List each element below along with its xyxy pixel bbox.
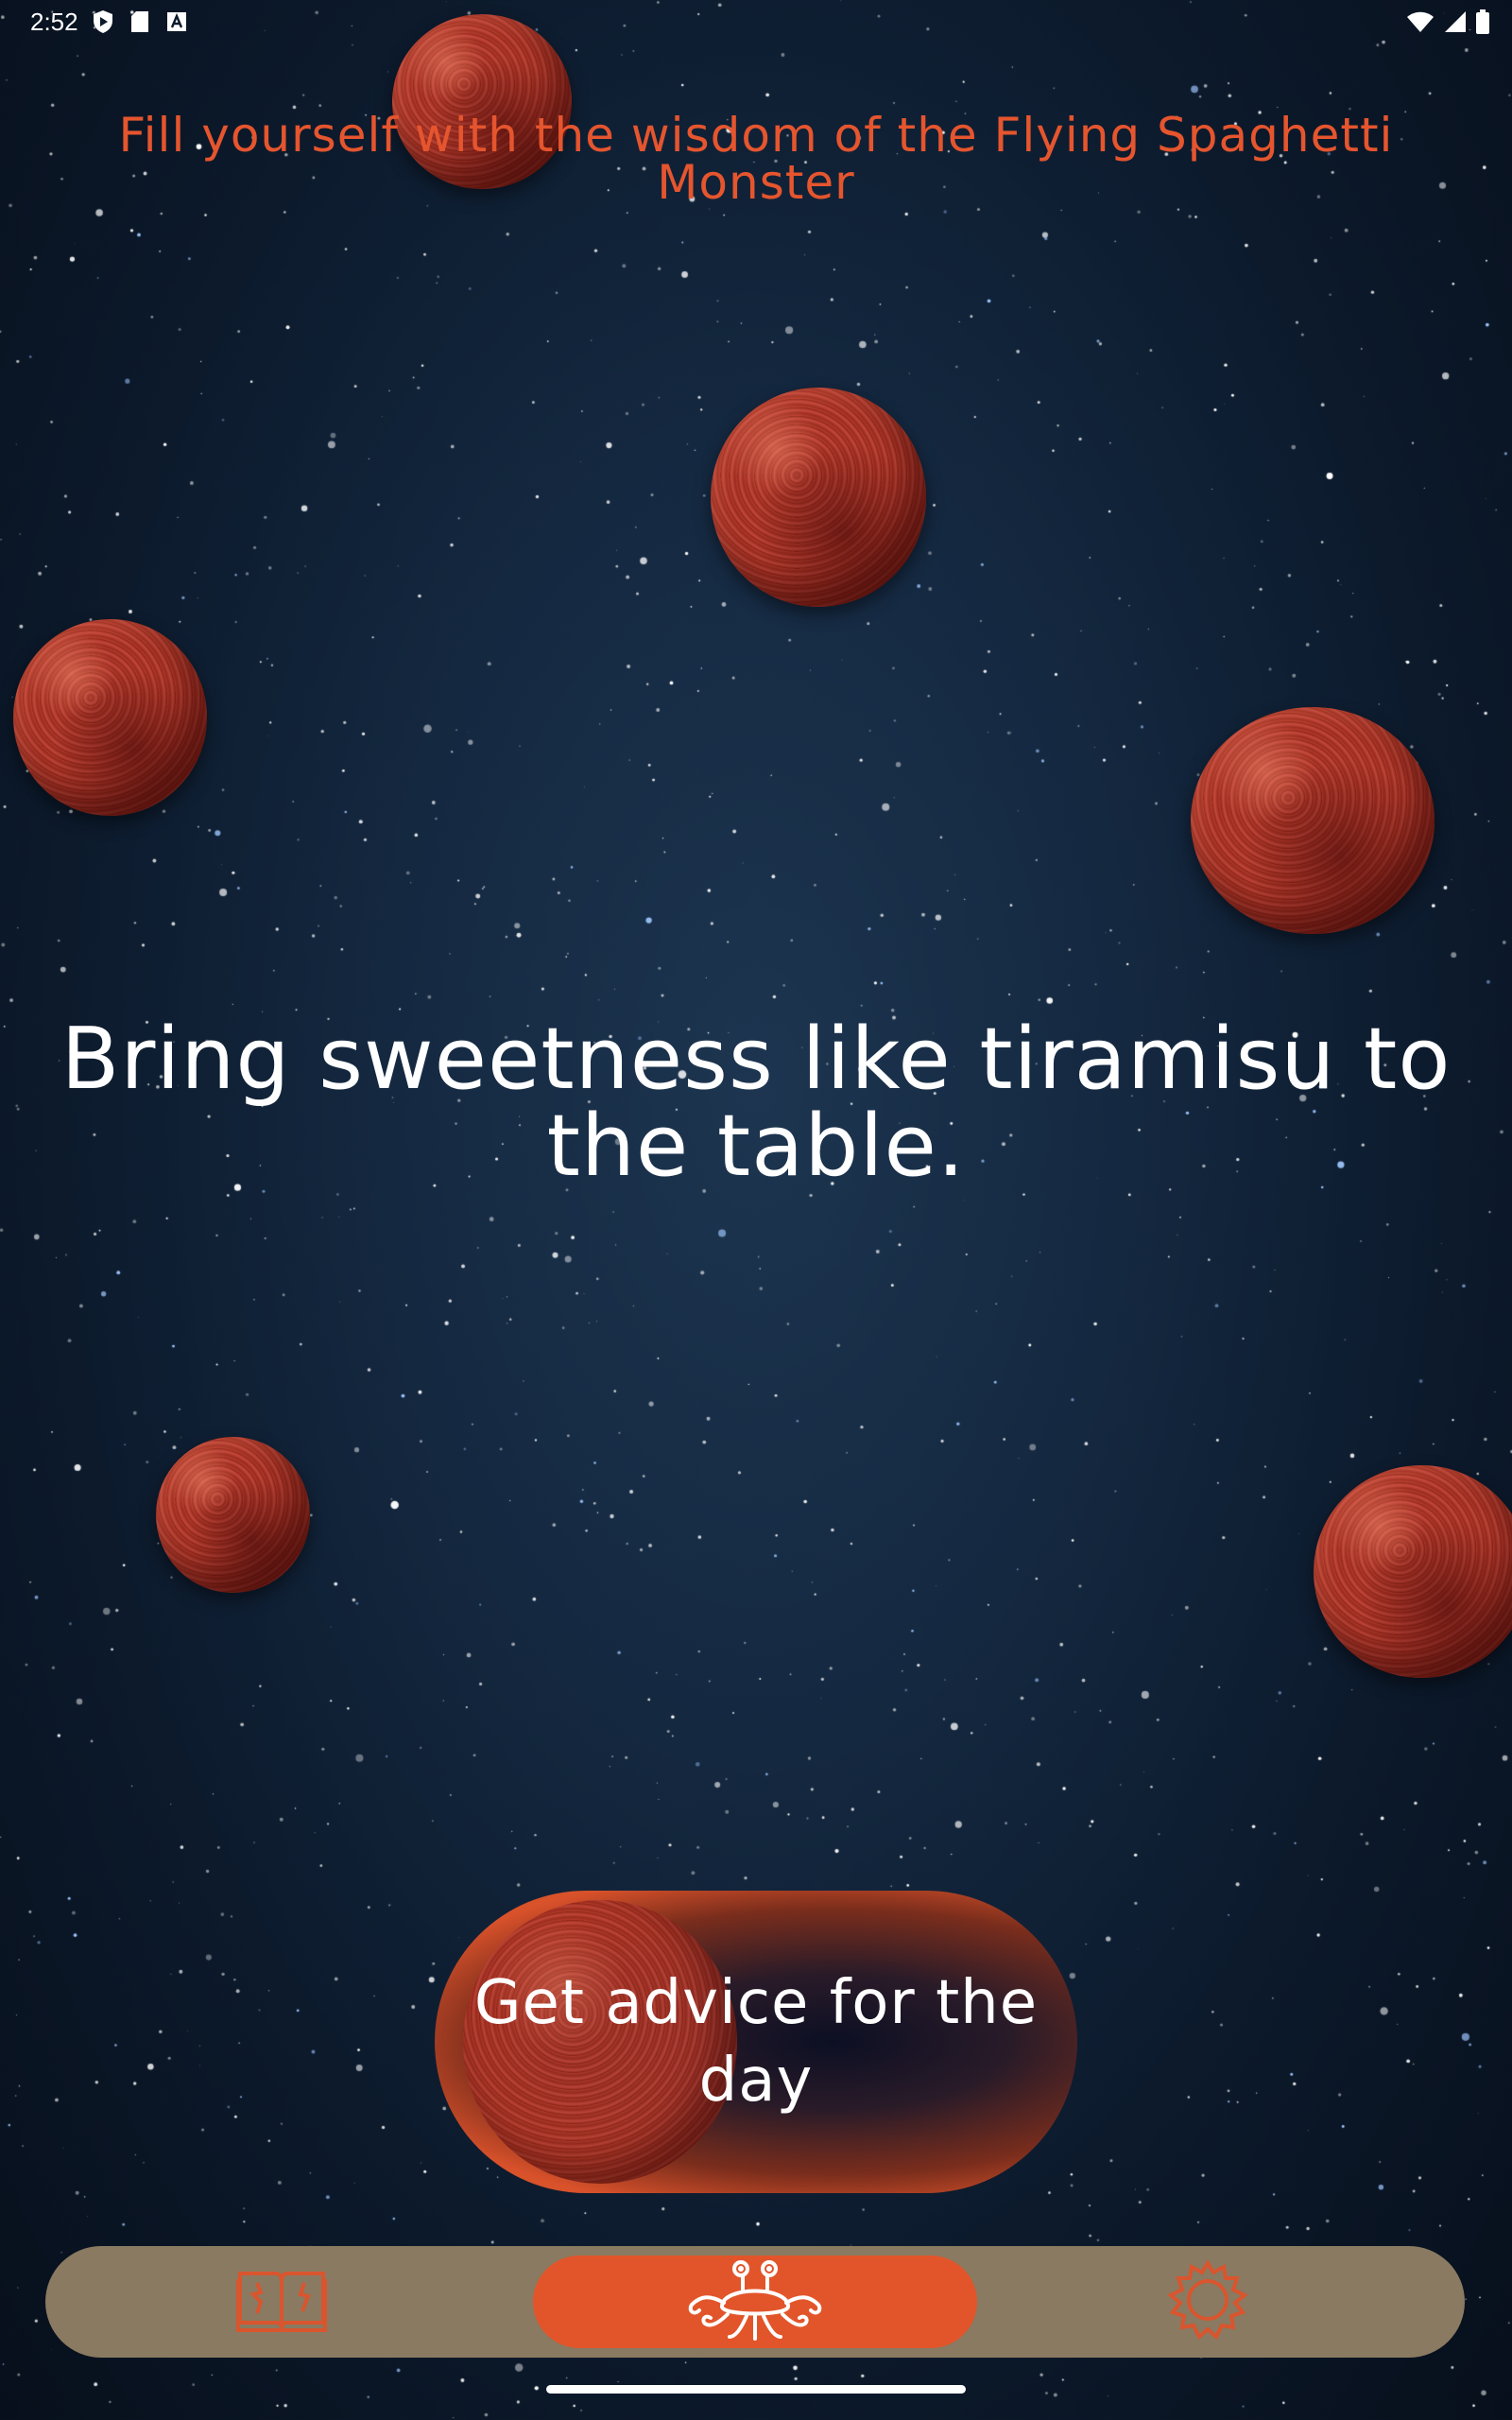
meatball-decoration — [1191, 707, 1435, 934]
get-advice-button[interactable]: Get advice for the day — [435, 1891, 1077, 2193]
nav-item-home[interactable] — [533, 2256, 977, 2348]
cell-signal-icon — [1444, 10, 1467, 33]
gesture-navigation-bar[interactable] — [546, 2385, 966, 2394]
meatball-decoration — [711, 388, 926, 607]
wifi-icon — [1406, 10, 1435, 33]
book-icon — [236, 2266, 327, 2338]
header-tagline: Fill yourself with the wisdom of the Fly… — [118, 108, 1394, 210]
flying-spaghetti-monster-icon — [684, 2257, 826, 2346]
shield-play-icon — [93, 9, 113, 34]
nav-item-settings[interactable] — [1132, 2246, 1283, 2358]
status-time: 2:52 — [30, 8, 78, 36]
a-box-icon — [166, 11, 187, 32]
get-advice-button-label: Get advice for the day — [473, 1968, 1039, 2116]
meatball-decoration — [13, 619, 207, 816]
battery-icon — [1476, 9, 1489, 34]
nav-item-book[interactable] — [206, 2246, 357, 2358]
sd-card-icon — [130, 10, 149, 33]
status-bar: 2:52 — [0, 0, 1512, 45]
meatball-decoration — [156, 1437, 310, 1593]
advice-text: Bring sweetness like tiramisu to the tab… — [60, 1010, 1452, 1196]
gear-icon — [1165, 2257, 1250, 2346]
bottom-navigation — [45, 2246, 1465, 2358]
